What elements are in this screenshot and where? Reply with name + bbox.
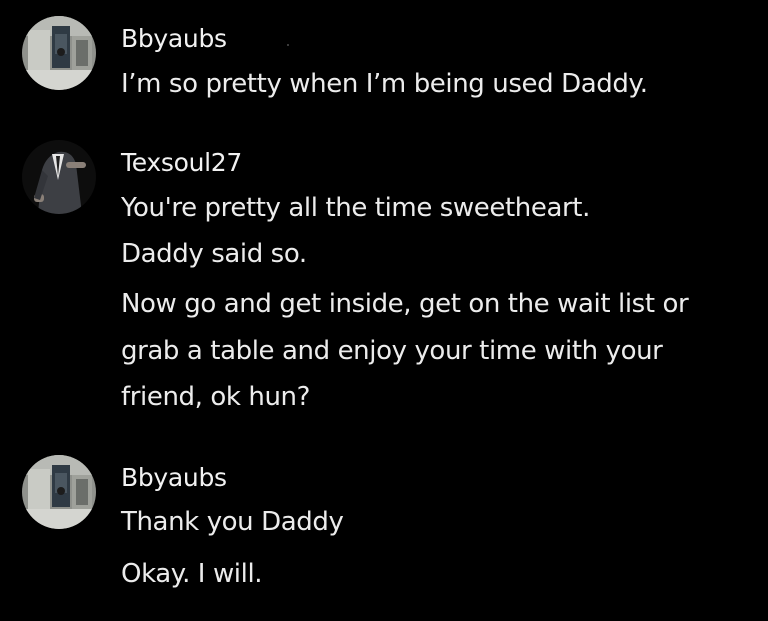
message-text: You're pretty all the time sweetheart. — [121, 193, 590, 223]
message-text: friend, ok hun? — [121, 382, 311, 412]
user-avatar-icon — [22, 140, 96, 214]
username[interactable]: Bbyaubs — [121, 463, 227, 493]
divider-dot — [287, 44, 289, 46]
avatar-bbyaubs[interactable] — [22, 16, 96, 90]
message-text: Daddy said so. — [121, 239, 307, 269]
avatar-texsoul27[interactable] — [22, 140, 96, 214]
message-text: Thank you Daddy — [121, 507, 344, 537]
message-text: grab a table and enjoy your time with yo… — [121, 336, 663, 366]
message-text: Okay. I will. — [121, 559, 263, 589]
message-text: Now go and get inside, get on the wait l… — [121, 289, 689, 319]
avatar-bbyaubs[interactable] — [22, 455, 96, 529]
message-text: I’m so pretty when I’m being used Daddy. — [121, 69, 648, 99]
username[interactable]: Texsoul27 — [121, 148, 242, 178]
username[interactable]: Bbyaubs — [121, 24, 227, 54]
user-avatar-icon — [22, 16, 96, 90]
user-avatar-icon — [22, 455, 96, 529]
